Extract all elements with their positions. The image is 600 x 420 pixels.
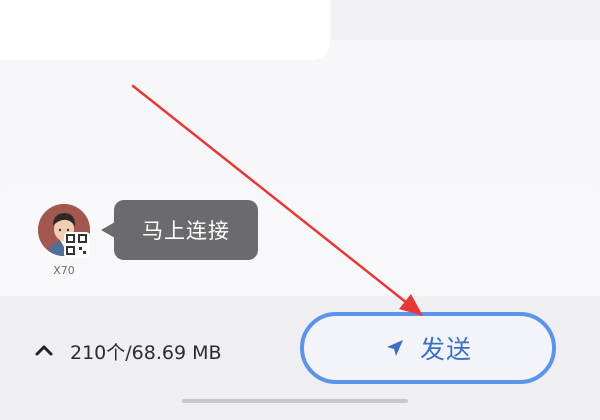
home-indicator [182, 399, 408, 403]
qr-code-icon [64, 232, 90, 258]
connect-tooltip: 马上连接 [114, 200, 258, 260]
send-arrow-icon [384, 337, 406, 359]
device-list [0, 186, 600, 296]
top-content-area [0, 0, 600, 205]
file-summary: 210个/68.69 MB [70, 342, 222, 364]
chevron-up-icon [35, 345, 53, 356]
top-card-right [330, 0, 600, 40]
top-card-left [0, 0, 330, 60]
device-name: X70 [53, 264, 75, 277]
tooltip-tail [101, 222, 115, 238]
expand-file-list-button[interactable] [30, 336, 58, 364]
send-button[interactable]: 发送 [300, 312, 556, 384]
send-button-label: 发送 [419, 335, 472, 364]
